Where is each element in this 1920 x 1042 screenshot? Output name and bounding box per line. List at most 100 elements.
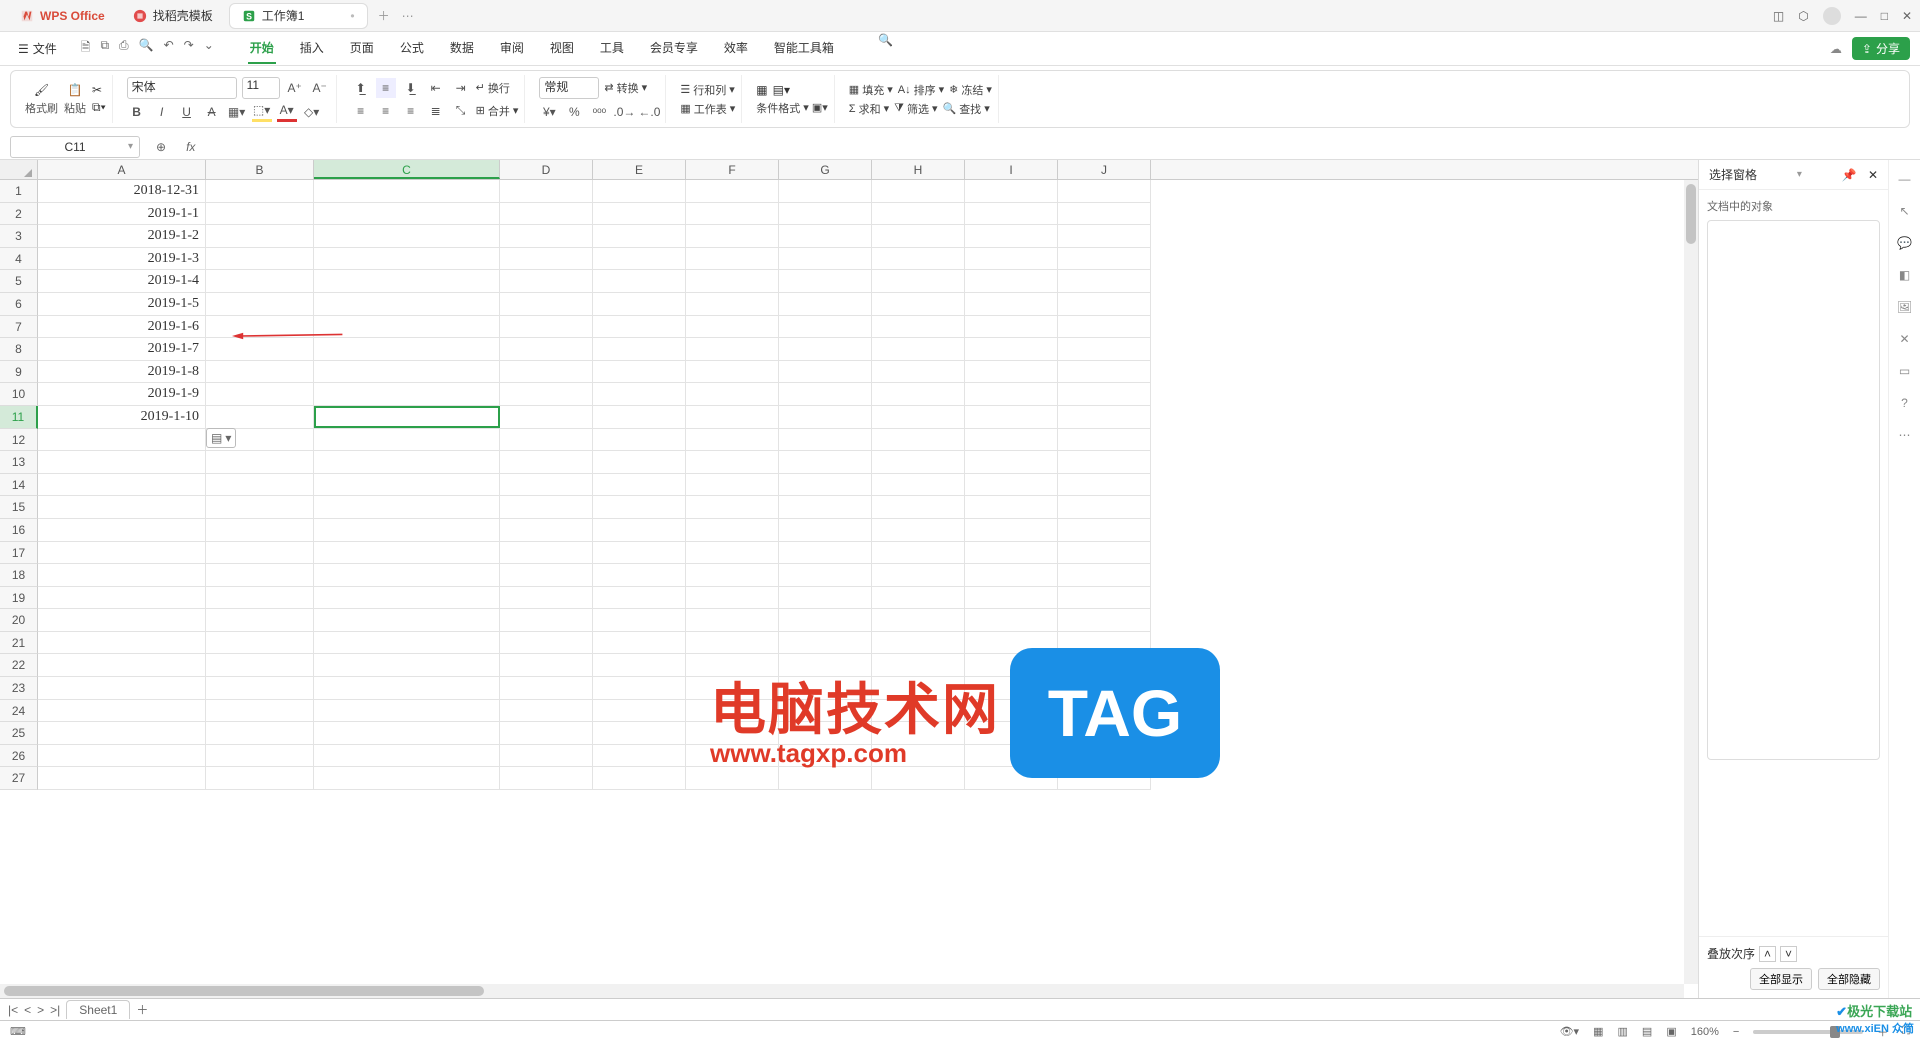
cell[interactable] — [965, 496, 1058, 519]
tab-member[interactable]: 会员专享 — [648, 33, 700, 64]
cell[interactable] — [314, 609, 500, 632]
cell[interactable] — [965, 248, 1058, 271]
row-header[interactable]: 8 — [0, 338, 38, 361]
comma-icon[interactable]: ᵒᵒᵒ — [589, 102, 609, 122]
cell[interactable] — [593, 180, 686, 203]
row-header[interactable]: 2 — [0, 203, 38, 226]
view-break-icon[interactable]: ▤ — [1642, 1025, 1652, 1038]
col-header-D[interactable]: D — [500, 160, 593, 179]
cell[interactable] — [206, 338, 314, 361]
cell[interactable] — [314, 496, 500, 519]
cell[interactable]: 2019-1-8 — [38, 361, 206, 384]
cell[interactable] — [872, 564, 965, 587]
cell[interactable] — [593, 542, 686, 565]
cell[interactable] — [314, 542, 500, 565]
italic-button[interactable]: I — [152, 102, 172, 122]
row-header[interactable]: 24 — [0, 700, 38, 723]
cell[interactable] — [872, 406, 965, 429]
clear-format-button[interactable]: ◇▾ — [302, 102, 322, 122]
cell[interactable] — [314, 383, 500, 406]
cell[interactable] — [872, 338, 965, 361]
cell[interactable] — [686, 429, 779, 452]
cell[interactable] — [206, 542, 314, 565]
cell[interactable] — [965, 338, 1058, 361]
cell[interactable] — [686, 293, 779, 316]
cell[interactable] — [314, 700, 500, 723]
cell[interactable] — [872, 180, 965, 203]
cell[interactable] — [1058, 316, 1151, 339]
cell[interactable] — [779, 542, 872, 565]
cell[interactable] — [593, 496, 686, 519]
cell[interactable] — [314, 654, 500, 677]
undo-icon[interactable]: ↶ — [164, 38, 174, 59]
cell[interactable] — [965, 270, 1058, 293]
cell[interactable] — [686, 767, 779, 790]
cell[interactable] — [686, 632, 779, 655]
col-header-J[interactable]: J — [1058, 160, 1151, 179]
cell[interactable] — [872, 293, 965, 316]
minimize-button[interactable]: — — [1855, 9, 1867, 23]
cell[interactable] — [500, 225, 593, 248]
cell[interactable] — [593, 677, 686, 700]
cell[interactable] — [206, 632, 314, 655]
row-header[interactable]: 27 — [0, 767, 38, 790]
align-middle-icon[interactable]: ≡ — [376, 78, 396, 98]
cell[interactable] — [500, 745, 593, 768]
cell[interactable] — [872, 609, 965, 632]
row-header[interactable]: 25 — [0, 722, 38, 745]
cell[interactable] — [686, 361, 779, 384]
cell[interactable] — [206, 248, 314, 271]
cut-icon[interactable]: ✂ — [92, 83, 106, 97]
tab-view[interactable]: 视图 — [548, 33, 576, 64]
cell[interactable] — [779, 429, 872, 452]
row-header[interactable]: 3 — [0, 225, 38, 248]
layers-icon[interactable]: ◧ — [1899, 268, 1910, 282]
cell[interactable] — [686, 270, 779, 293]
cell[interactable]: 2019-1-6 — [38, 316, 206, 339]
row-header[interactable]: 4 — [0, 248, 38, 271]
cell[interactable] — [872, 767, 965, 790]
vertical-scrollbar[interactable] — [1684, 180, 1698, 984]
cell[interactable] — [314, 519, 500, 542]
app-tab[interactable]: WPS Office — [8, 3, 117, 29]
cell[interactable] — [206, 609, 314, 632]
cell[interactable] — [314, 270, 500, 293]
cell[interactable] — [965, 609, 1058, 632]
row-header[interactable]: 17 — [0, 542, 38, 565]
cell[interactable] — [593, 383, 686, 406]
horizontal-scrollbar[interactable] — [0, 984, 1684, 998]
help-icon[interactable]: ? — [1901, 396, 1908, 410]
cell[interactable] — [593, 609, 686, 632]
cell[interactable] — [206, 767, 314, 790]
col-header-E[interactable]: E — [593, 160, 686, 179]
more-side-icon[interactable]: ⋯ — [1899, 428, 1911, 442]
cell[interactable] — [779, 451, 872, 474]
cell[interactable] — [593, 745, 686, 768]
cell[interactable] — [206, 451, 314, 474]
pin-icon[interactable]: 📌 — [1842, 168, 1857, 182]
cell[interactable] — [314, 564, 500, 587]
cell[interactable] — [593, 203, 686, 226]
cell[interactable] — [872, 632, 965, 655]
cell[interactable] — [500, 496, 593, 519]
cell[interactable] — [1058, 587, 1151, 610]
cell[interactable] — [686, 496, 779, 519]
redo-icon[interactable]: ↷ — [184, 38, 194, 59]
cell[interactable] — [686, 587, 779, 610]
cell[interactable] — [314, 361, 500, 384]
font-size-combo[interactable]: 11 — [242, 77, 280, 99]
row-header[interactable]: 7 — [0, 316, 38, 339]
cell[interactable] — [500, 248, 593, 271]
cell[interactable] — [872, 248, 965, 271]
percent-icon[interactable]: % — [564, 102, 584, 122]
cell[interactable] — [500, 406, 593, 429]
cell[interactable] — [779, 609, 872, 632]
cell[interactable]: 2019-1-7 — [38, 338, 206, 361]
cell[interactable] — [965, 474, 1058, 497]
cell[interactable] — [872, 429, 965, 452]
cell[interactable] — [965, 383, 1058, 406]
cell[interactable] — [500, 700, 593, 723]
cell[interactable] — [593, 700, 686, 723]
cell[interactable] — [314, 474, 500, 497]
cell[interactable] — [1058, 225, 1151, 248]
